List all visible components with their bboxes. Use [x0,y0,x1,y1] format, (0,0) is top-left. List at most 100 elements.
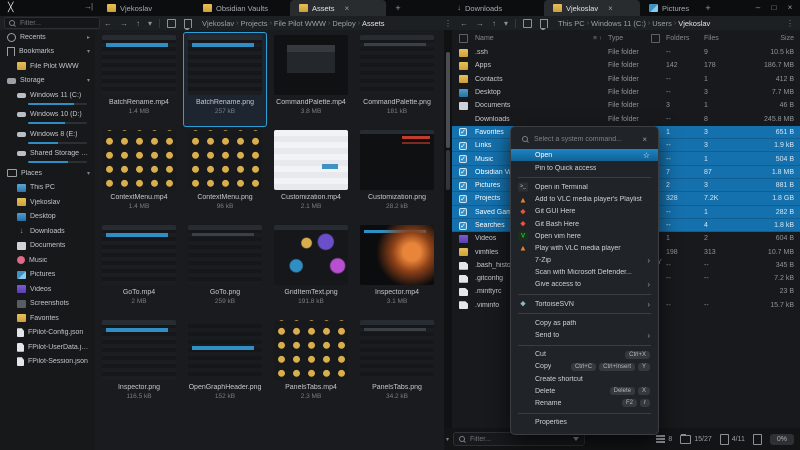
sidebar-item[interactable]: FPilot-UserData.json [0,340,95,355]
breadcrumb-label[interactable]: Deploy [330,19,357,28]
sidebar-item[interactable]: Videos [0,282,95,297]
history-chevron-icon[interactable]: ▾ [144,19,156,28]
breadcrumb-label[interactable]: File Pilot WWW [272,19,328,28]
sidebar-item[interactable]: Shared Storage (F:) [0,147,95,164]
breadcrumb-label[interactable]: Projects [238,19,269,28]
file-grid-item[interactable]: PanelsTabs.png 34.2 kB [355,317,439,412]
context-menu-item[interactable] [518,313,651,314]
row-lead-icon[interactable]: ✓ [459,182,467,190]
left-filter-box[interactable] [4,17,100,29]
row-lead-icon[interactable] [459,301,468,309]
file-grid-item[interactable]: Inspector.mp4 3.1 MB [355,222,439,317]
file-row[interactable]: .ssh File folder -- 9 10.5 kB [452,46,800,59]
tab-close-icon[interactable]: × [345,4,350,13]
row-lead-icon[interactable]: ✓ [459,128,467,136]
pin-pane-icon[interactable]: →| [84,2,92,11]
breadcrumb-label[interactable]: Vjekoslav [200,19,236,28]
new-tab-button-right[interactable]: + [700,0,716,16]
sidebar-item[interactable]: Screenshots [0,297,95,312]
breadcrumb-item[interactable]: Assets › [360,19,387,28]
context-menu-item[interactable] [518,413,651,414]
section-chevron-icon[interactable]: ▸ [87,34,90,41]
filter-options-icon[interactable] [573,437,579,441]
breadcrumb-item[interactable]: Users › [650,19,676,28]
sidebar-item[interactable]: FPilot-Session.json [0,355,95,370]
row-lead-icon[interactable] [459,49,468,57]
row-lead-icon[interactable]: ✓ [459,208,467,216]
close-icon[interactable]: × [642,135,647,144]
file-row[interactable]: Apps File folder 142 178 186.7 MB [452,59,800,72]
sidebar-item[interactable]: Windows 10 (D:) [0,108,95,125]
sidebar-item[interactable]: Desktop [0,210,95,225]
context-menu-item[interactable]: >_ Open in Terminal [511,181,658,193]
breadcrumb-item[interactable]: Deploy › [330,19,360,28]
column-size[interactable]: Size [738,35,794,42]
file-grid-item[interactable]: ContextMenu.mp4 1.4 MB [97,127,181,222]
context-menu-item[interactable]: Scan with Microsoft Defender... [511,267,658,279]
row-lead-icon[interactable] [459,248,468,256]
file-grid-item[interactable]: BatchRename.png 257 kB [183,32,267,127]
column-settings-icon[interactable] [651,34,660,43]
context-menu-item[interactable]: ▲ Add to VLC media player's Playlist [511,194,658,206]
back-icon[interactable]: ← [456,19,472,28]
file-grid-item[interactable]: ContextMenu.png 96 kB [183,127,267,222]
file-grid-item[interactable]: Inspector.png 116.5 kB [97,317,181,412]
row-lead-icon[interactable] [459,235,468,243]
sidebar-item[interactable]: Pictures [0,268,95,283]
pane-menu-icon[interactable]: ⋮ [440,19,456,28]
context-menu-item[interactable]: 7-Zip › [511,255,658,267]
context-menu-item[interactable]: Open ☆ [511,149,658,161]
scrollbar-thumb[interactable] [446,150,450,190]
row-lead-icon[interactable]: ✓ [459,222,467,230]
row-lead-icon[interactable]: ✓ [459,142,467,150]
bookmark-icon[interactable] [184,19,192,28]
row-lead-icon[interactable]: ✓ [459,195,467,203]
sidebar-item[interactable]: ↓ Downloads [0,224,95,239]
tab-close-icon[interactable]: × [608,4,613,13]
tab[interactable]: ↓ Downloads [448,0,544,16]
breadcrumb-item[interactable]: Windows 11 (C:) › [589,19,650,28]
row-lead-icon[interactable] [459,288,468,296]
context-menu-item[interactable]: Copy as path [511,317,658,329]
forward-icon[interactable]: → [116,19,132,28]
sidebar-item[interactable]: Storage ▾ [0,74,95,89]
history-chevron-icon[interactable]: ▾ [500,19,512,28]
context-menu-item[interactable] [518,345,651,346]
select-all-checkbox[interactable] [459,34,468,43]
sidebar-item[interactable]: Documents [0,239,95,254]
file-grid-item[interactable]: BatchRename.mp4 1.4 MB [97,32,181,127]
row-lead-icon[interactable] [459,89,468,97]
breadcrumb-label[interactable]: This PC [556,19,587,28]
context-menu-item[interactable] [518,177,651,178]
tab[interactable]: Vjekoslav × [544,0,640,16]
breadcrumb-label[interactable]: Assets [360,19,387,28]
file-row[interactable]: Downloads File folder -- 8 245.8 MB [452,112,800,125]
row-lead-icon[interactable] [459,75,468,83]
pane-menu-icon[interactable]: ⋮ [782,19,798,28]
context-menu-item[interactable]: ◆ Git GUI Here [511,206,658,218]
file-grid-item[interactable]: PanelsTabs.mp4 2.3 MB [269,317,353,412]
file-grid-item[interactable]: CommandPalette.png 181 kB [355,32,439,127]
file-row[interactable]: Desktop File folder -- 3 7.7 MB [452,86,800,99]
section-chevron-icon[interactable]: ▾ [87,48,90,55]
sidebar-item[interactable]: Favorites [0,311,95,326]
context-menu-item[interactable]: Copy Ctrl+CCtrl+InsertY [511,361,658,373]
row-lead-icon[interactable]: ✓ [459,155,467,163]
section-chevron-icon[interactable]: ▾ [87,77,90,84]
sidebar-item[interactable]: This PC [0,181,95,196]
maximize-button[interactable]: □ [766,0,782,16]
context-menu-item[interactable]: ◆ Git Bash Here [511,218,658,230]
context-menu-item[interactable]: Pin to Quick access [511,162,658,174]
row-lead-icon[interactable]: ✓ [459,168,467,176]
sidebar-item[interactable]: Recents ▸ [0,30,95,45]
collapse-chevron-icon[interactable]: ▾ [444,436,453,443]
file-grid-item[interactable]: GridItemText.png 191.8 kB [269,222,353,317]
sidebar-item[interactable]: Vjekoslav [0,195,95,210]
up-icon[interactable]: ↑ [488,19,500,28]
tab[interactable]: Vjekoslav [98,0,194,16]
file-grid-item[interactable]: GoTo.mp4 2 MB [97,222,181,317]
row-lead-icon[interactable] [459,102,468,110]
file-row[interactable]: Documents File folder 3 1 46 B [452,99,800,112]
breadcrumb-item[interactable]: Vjekoslav › [676,19,712,28]
bookmark-icon[interactable] [540,19,548,28]
